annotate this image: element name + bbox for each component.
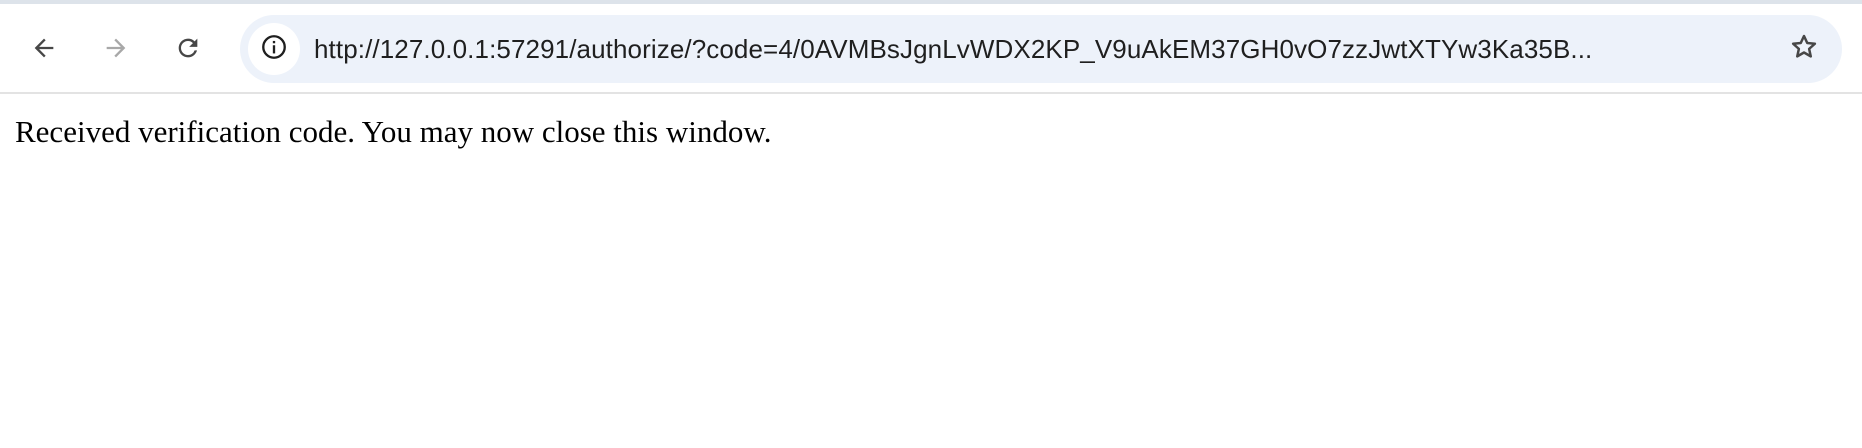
page-content: Received verification code. You may now … <box>0 96 1862 448</box>
forward-button[interactable] <box>92 24 140 72</box>
reload-icon <box>174 34 202 62</box>
info-icon <box>260 33 288 66</box>
bookmark-button[interactable] <box>1780 25 1828 73</box>
back-button[interactable] <box>20 24 68 72</box>
site-info-button[interactable] <box>248 23 300 75</box>
address-bar[interactable]: http://127.0.0.1:57291/authorize/?code=4… <box>240 15 1842 83</box>
reload-button[interactable] <box>164 24 212 72</box>
arrow-right-icon <box>102 34 130 62</box>
url-text[interactable]: http://127.0.0.1:57291/authorize/?code=4… <box>314 15 1734 83</box>
arrow-left-icon <box>30 34 58 62</box>
star-icon <box>1789 32 1819 67</box>
browser-toolbar: http://127.0.0.1:57291/authorize/?code=4… <box>0 4 1862 94</box>
verification-message: Received verification code. You may now … <box>15 114 772 149</box>
browser-window: http://127.0.0.1:57291/authorize/?code=4… <box>0 0 1862 448</box>
